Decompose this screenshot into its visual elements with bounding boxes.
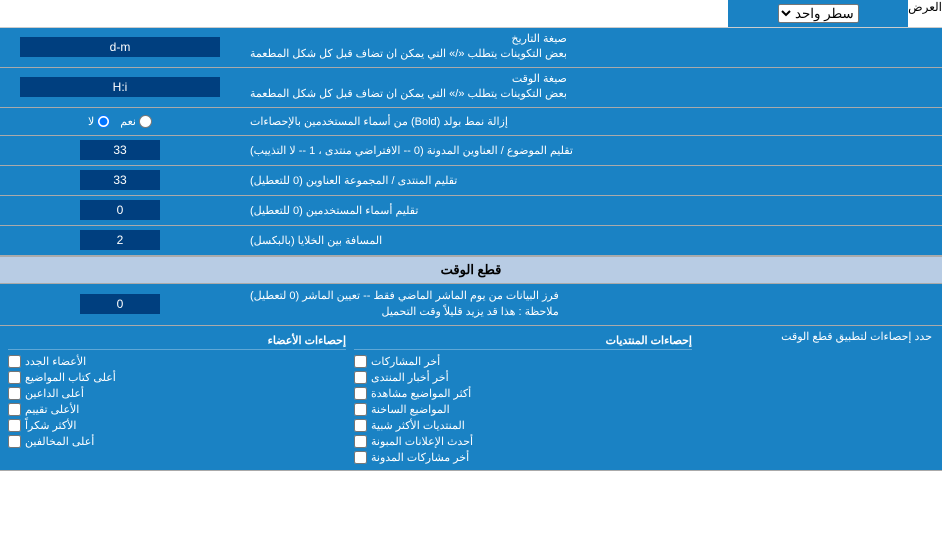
cb-item-top-authors: أعلى كتاب المواضيع bbox=[8, 371, 346, 384]
forum-title-label: تقليم الموضوع / العناوين المدونة (0 -- ا… bbox=[240, 136, 942, 165]
bold-no-radio[interactable] bbox=[97, 115, 110, 128]
cell-spacing-label: المسافة بين الخلايا (بالبكسل) bbox=[240, 226, 942, 255]
display-input-cell: سطر واحدعدة أسطر bbox=[728, 0, 908, 27]
cb-item-most-thanks: الأكثر شكراً bbox=[8, 419, 346, 432]
cb-top-rated[interactable] bbox=[8, 403, 21, 416]
cb-top-authors[interactable] bbox=[8, 371, 21, 384]
time-format-label: صيغة الوقت بعض التكوينات يتطلب «/» التي … bbox=[240, 68, 942, 107]
forum-group-label: تقليم المنتدى / المجموعة العناوين (0 للت… bbox=[240, 166, 942, 195]
bold-yes-radio[interactable] bbox=[139, 115, 152, 128]
bold-no-label: لا bbox=[88, 115, 110, 128]
cb-item-4: المواضيع الساخنة bbox=[354, 403, 692, 416]
checkboxes-section: حدد إحصاءات لتطبيق قطع الوقت إحصاءات الم… bbox=[0, 326, 942, 471]
time-cut-label: فرز البيانات من يوم الماشر الماضي فقط --… bbox=[240, 284, 942, 325]
username-trim-input[interactable] bbox=[80, 200, 160, 220]
cb-top-inviters[interactable] bbox=[8, 387, 21, 400]
cb-item-top-warned: أعلى المخالفين bbox=[8, 435, 346, 448]
cb-item-5: المنتديات الأكثر شبية bbox=[354, 419, 692, 432]
forum-title-input-cell bbox=[0, 136, 240, 165]
cb-most-viewed[interactable] bbox=[354, 387, 367, 400]
cell-spacing-row: المسافة بين الخلايا (بالبكسل) bbox=[0, 226, 942, 256]
time-format-input[interactable] bbox=[20, 77, 220, 97]
display-row: العرض سطر واحدعدة أسطر bbox=[0, 0, 942, 28]
bold-label: إزالة نمط بولد (Bold) من أسماء المستخدمي… bbox=[240, 108, 942, 135]
time-cut-input-cell bbox=[0, 284, 240, 325]
checkbox-col-members: إحصاءات الأعضاء الأعضاء الجدد أعلى كتاب … bbox=[4, 330, 350, 466]
username-trim-label: تقليم أسماء المستخدمين (0 للتعطيل) bbox=[240, 196, 942, 225]
time-format-row: صيغة الوقت بعض التكوينات يتطلب «/» التي … bbox=[0, 68, 942, 108]
cb-blog-posts[interactable] bbox=[354, 451, 367, 464]
checkboxes-top-label: حدد إحصاءات لتطبيق قطع الوقت bbox=[700, 326, 942, 470]
cell-spacing-input[interactable] bbox=[80, 230, 160, 250]
time-cut-row: فرز البيانات من يوم الماشر الماضي فقط --… bbox=[0, 284, 942, 326]
time-cut-header: قطع الوقت bbox=[0, 256, 942, 284]
cb-item-top-rated: الأعلى تقييم bbox=[8, 403, 346, 416]
date-format-label: صيغة التاريخ بعض التكوينات يتطلب «/» الت… bbox=[240, 28, 942, 67]
date-format-input-cell bbox=[0, 28, 240, 67]
forum-group-row: تقليم المنتدى / المجموعة العناوين (0 للت… bbox=[0, 166, 942, 196]
checkbox-columns: إحصاءات المنتديات أخر المشاركات أخر أخبا… bbox=[0, 326, 700, 470]
forum-group-input-cell bbox=[0, 166, 240, 195]
cb-item-7: أخر مشاركات المدونة bbox=[354, 451, 692, 464]
cb-item-2: أخر أخبار المنتدى bbox=[354, 371, 692, 384]
display-select[interactable]: سطر واحدعدة أسطر bbox=[778, 4, 859, 23]
cb-forum-news[interactable] bbox=[354, 371, 367, 384]
forum-title-input[interactable] bbox=[80, 140, 160, 160]
cb-hot-topics[interactable] bbox=[354, 403, 367, 416]
cb-top-warned[interactable] bbox=[8, 435, 21, 448]
cb-item-1: أخر المشاركات bbox=[354, 355, 692, 368]
cb-item-new-members: الأعضاء الجدد bbox=[8, 355, 346, 368]
date-format-input[interactable] bbox=[20, 37, 220, 57]
cb-item-top-inviters: أعلى الداعين bbox=[8, 387, 346, 400]
cell-spacing-input-cell bbox=[0, 226, 240, 255]
date-format-row: صيغة التاريخ بعض التكوينات يتطلب «/» الت… bbox=[0, 28, 942, 68]
cb-most-popular[interactable] bbox=[354, 419, 367, 432]
username-trim-row: تقليم أسماء المستخدمين (0 للتعطيل) bbox=[0, 196, 942, 226]
cb-most-thanks[interactable] bbox=[8, 419, 21, 432]
col1-header: إحصاءات المنتديات bbox=[354, 332, 692, 350]
username-trim-input-cell bbox=[0, 196, 240, 225]
time-format-input-cell bbox=[0, 68, 240, 107]
main-container: العرض سطر واحدعدة أسطر صيغة التاريخ بعض … bbox=[0, 0, 942, 471]
display-label: العرض bbox=[908, 0, 942, 27]
cb-item-3: أكثر المواضيع مشاهدة bbox=[354, 387, 692, 400]
checkbox-col-forums: إحصاءات المنتديات أخر المشاركات أخر أخبا… bbox=[350, 330, 696, 466]
col2-header: إحصاءات الأعضاء bbox=[8, 332, 346, 350]
cb-new-members[interactable] bbox=[8, 355, 21, 368]
forum-group-input[interactable] bbox=[80, 170, 160, 190]
bold-radio-row: إزالة نمط بولد (Bold) من أسماء المستخدمي… bbox=[0, 108, 942, 136]
forum-title-row: تقليم الموضوع / العناوين المدونة (0 -- ا… bbox=[0, 136, 942, 166]
bold-yes-label: نعم bbox=[120, 115, 152, 128]
cb-announcements[interactable] bbox=[354, 435, 367, 448]
bold-radio-cell: نعم لا bbox=[0, 108, 240, 135]
cb-last-posts[interactable] bbox=[354, 355, 367, 368]
time-cut-input[interactable] bbox=[80, 294, 160, 314]
cb-item-6: أحدث الإعلانات المبونة bbox=[354, 435, 692, 448]
